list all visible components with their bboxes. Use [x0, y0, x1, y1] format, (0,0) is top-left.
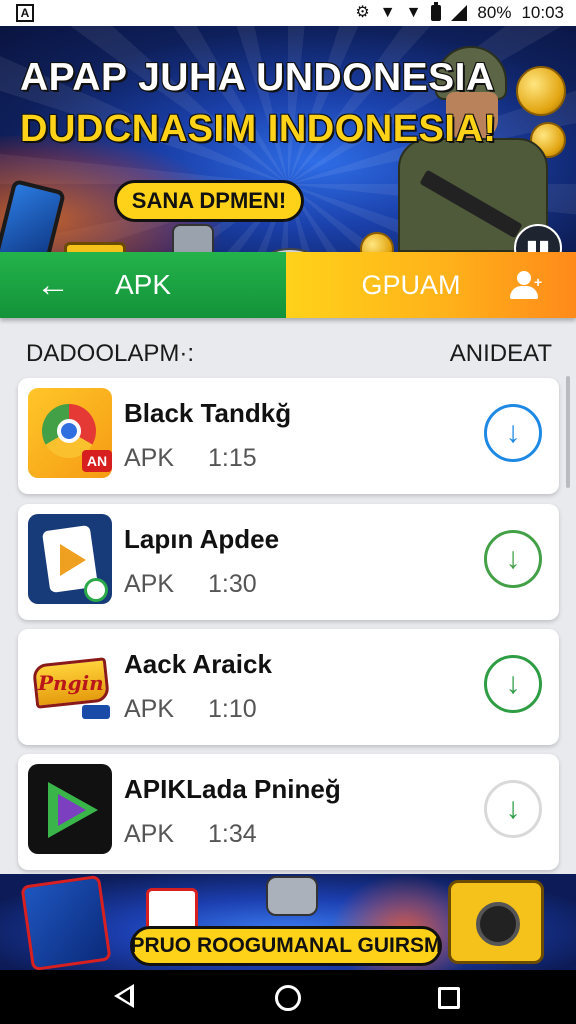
tab-apk-label: APK: [114, 269, 172, 300]
list-item[interactable]: Lapın Apdee APK 1:30 ↓: [18, 504, 559, 620]
app-time: 1:34: [208, 820, 257, 848]
section-title: DADOOLAPM·:: [26, 340, 195, 367]
banner-gadget-graphic: [64, 242, 126, 252]
wifi-icon: ▼: [379, 4, 396, 21]
app-name: Lapın Apdee: [124, 524, 280, 554]
bottom-banner-ad[interactable]: PRUO ROOGUMANAL GUIRSM: [0, 874, 576, 970]
signal-icon: [451, 5, 468, 21]
play-triangle: [60, 544, 86, 576]
app-name: APIKLada Pnineğ: [124, 774, 341, 804]
dark-play-inner-triangle: [58, 794, 86, 826]
app-type: APK: [124, 695, 175, 723]
download-button[interactable]: ↓: [484, 780, 542, 838]
chrome-center: [57, 419, 81, 443]
banner-robot-graphic: [172, 224, 214, 252]
clock: 10:03: [521, 3, 564, 22]
app-time: 1:15: [208, 444, 257, 472]
bottom-banner-cta-button[interactable]: PRUO ROOGUMANAL GUIRSM: [130, 926, 442, 966]
battery-percent: 80%: [477, 3, 512, 22]
bottom-camera-lens: [476, 902, 520, 946]
pngin-app-icon: Pngin: [28, 639, 112, 729]
app-name: Black Tandkğ: [124, 398, 292, 428]
app-name: Aack Araick: [124, 649, 272, 679]
app-type: APK: [124, 444, 175, 472]
app-tag-badge: AN: [82, 450, 112, 472]
bookmark-icon: ▮▮: [525, 235, 551, 252]
home-nav-icon[interactable]: [275, 985, 301, 1011]
list-item[interactable]: AN Black Tandkğ APK 1:15 ↓: [18, 378, 559, 494]
status-bar: A ⚙ ▼ ▼ 80% 10:03: [0, 0, 576, 26]
download-button[interactable]: ↓: [484, 404, 542, 462]
list-item[interactable]: Pngin Aack Araick APK 1:10 ↓: [18, 629, 559, 745]
pngin-logo-text: Pngin: [38, 671, 104, 695]
status-right: ⚙ ▼ ▼ 80% 10:03: [355, 2, 564, 23]
list-item[interactable]: APIKLada Pnineğ APK 1:34 ↓: [18, 754, 559, 870]
banner-title-line1: APAP JUHA UNDONESIA: [20, 56, 495, 99]
user-head: [517, 271, 531, 285]
download-arrow-icon: ↓: [505, 667, 521, 700]
banner-cta-button[interactable]: SANA DPMEN!: [114, 180, 304, 222]
download-button[interactable]: ↓: [484, 530, 542, 588]
chrome-app-icon: AN: [28, 388, 112, 478]
play-badge: [84, 578, 108, 602]
pngin-mini-badge: [82, 705, 110, 719]
settings-icon: ⚙: [355, 4, 370, 21]
download-arrow-icon: ↓: [505, 792, 521, 825]
scrollbar[interactable]: [566, 376, 570, 488]
tab-gpuam-label: GPUAM: [361, 269, 461, 300]
download-button[interactable]: ↓: [484, 655, 542, 713]
play-app-icon: [28, 514, 112, 604]
status-left: A: [16, 4, 34, 22]
plus-icon: +: [534, 274, 543, 290]
tab-apk[interactable]: ← APK: [0, 252, 286, 318]
tab-bar: ← APK GPUAM +: [0, 252, 576, 318]
banner-title-line2: DUDCNASIM INDONESIA!: [20, 108, 497, 150]
navigation-bar: [0, 970, 576, 1024]
app-time: 1:30: [208, 570, 257, 598]
bottom-card-graphic: [20, 874, 112, 970]
app-type: APK: [124, 820, 175, 848]
app-type: APK: [124, 570, 175, 598]
download-arrow-icon: ↓: [505, 542, 521, 575]
dark-play-app-icon: [28, 764, 112, 854]
section-action[interactable]: ANIDEAT: [450, 340, 552, 368]
back-nav-icon-inner: [119, 989, 130, 1003]
recents-nav-icon[interactable]: [438, 987, 460, 1009]
add-user-icon[interactable]: +: [510, 271, 544, 299]
app-notification-icon: A: [16, 4, 34, 22]
download-arrow-icon: ↓: [505, 416, 521, 449]
battery-icon: [431, 2, 442, 21]
top-banner-ad[interactable]: APAP JUHA UNDONESIA DUDCNASIM INDONESIA!…: [0, 26, 576, 252]
bottom-robot-graphic: [266, 876, 318, 916]
app-time: 1:10: [208, 695, 257, 723]
wifi-icon: ▼: [405, 4, 422, 21]
